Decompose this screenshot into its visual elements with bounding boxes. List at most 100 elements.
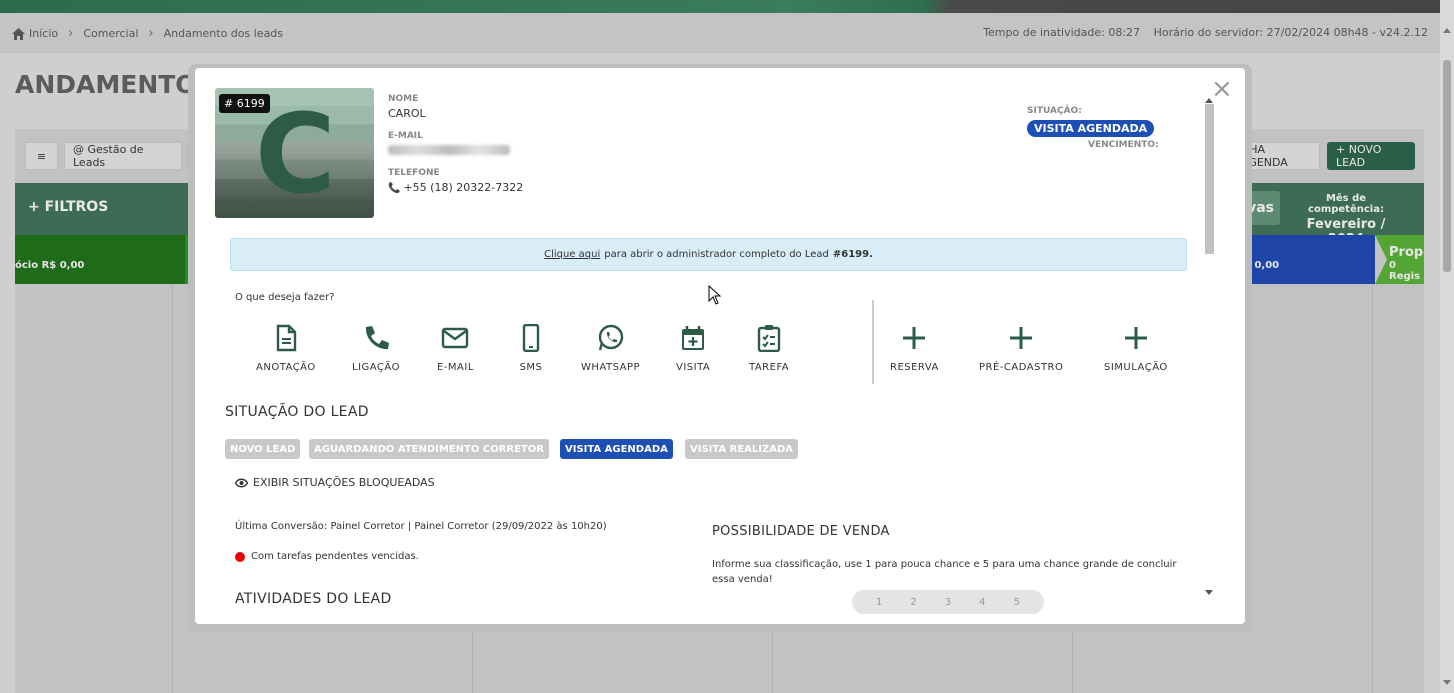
email-action[interactable]: E-MAIL: [437, 324, 474, 373]
breadcrumb-commercial[interactable]: Comercial: [83, 27, 138, 40]
status-option-visita-agendada[interactable]: VISITA AGENDADA: [560, 439, 673, 459]
email-label: E-MAIL: [388, 131, 423, 141]
atividades-section-title: ATIVIDADES DO LEAD: [235, 591, 392, 607]
home-icon: [12, 27, 25, 40]
action-label: E-MAIL: [437, 362, 474, 373]
stage-title: Propo: [1389, 245, 1433, 260]
anotacao-action[interactable]: ANOTAÇÃO: [256, 324, 316, 373]
lead-id-tag: # 6199: [219, 94, 270, 113]
breadcrumb: Início › Comercial › Andamento dos leads: [12, 26, 283, 41]
stage-column-header: $ 0,00: [1240, 235, 1375, 284]
menu-button[interactable]: ≡: [25, 142, 58, 170]
action-label: VISITA: [676, 362, 711, 373]
envelope-icon: [442, 327, 469, 349]
lead-name: CAROL: [388, 107, 426, 120]
info-alert: Clique aqui para abrir o administrador c…: [230, 238, 1187, 271]
phone-number: +55 (18) 20322-7322: [403, 181, 524, 194]
page-title: ANDAMENTO I: [15, 70, 215, 99]
status-badge: VISITA AGENDADA: [1027, 120, 1155, 137]
sms-action[interactable]: SMS: [517, 324, 545, 373]
scroll-down-icon[interactable]: [1205, 590, 1213, 599]
top-brand-bar: [0, 0, 1440, 13]
clipboard-check-icon: [757, 325, 781, 352]
pre-cadastro-action[interactable]: PRÉ-CADASTRO: [979, 324, 1063, 373]
action-label: ANOTAÇÃO: [256, 362, 316, 373]
chevron-right-icon: ›: [148, 26, 154, 41]
action-label: TAREFA: [749, 362, 790, 373]
scroll-up-icon[interactable]: [1443, 24, 1451, 33]
chevron-right-icon: ›: [68, 26, 74, 41]
rating-option[interactable]: 2: [910, 597, 916, 608]
status-option-novo-lead[interactable]: NOVO LEAD: [225, 439, 301, 459]
action-label: SMS: [519, 362, 543, 373]
open-admin-link[interactable]: Clique aqui: [544, 249, 600, 260]
action-label: SIMULAÇÃO: [1104, 362, 1168, 373]
whatsapp-icon: [598, 324, 623, 351]
rating-option[interactable]: 4: [979, 597, 985, 608]
pending-text: Com tarefas pendentes vencidas.: [251, 551, 419, 562]
mobile-icon: [522, 324, 540, 352]
calendar-plus-icon: [682, 326, 705, 350]
new-lead-button[interactable]: + NOVO LEAD: [1327, 142, 1415, 170]
scrollbar-thumb[interactable]: [1443, 60, 1451, 272]
modal-scrollbar[interactable]: [1204, 90, 1214, 602]
scroll-down-icon[interactable]: [1443, 680, 1451, 689]
phone-value: 📞 +55 (18) 20322-7322: [388, 181, 523, 194]
phone-icon: [365, 326, 389, 350]
ligacao-action[interactable]: LIGAÇÃO: [352, 324, 400, 373]
rating-option[interactable]: 5: [1014, 597, 1020, 608]
competencia-label: Mês de competência:: [1308, 193, 1384, 215]
simulacao-action[interactable]: SIMULAÇÃO: [1104, 324, 1168, 373]
status-option-aguardando[interactable]: AGUARDANDO ATENDIMENTO CORRETOR: [309, 439, 549, 459]
inactivity-time: Tempo de inatividade: 08:27: [983, 26, 1141, 39]
status-option-visita-realizada[interactable]: VISITA REALIZADA: [685, 439, 799, 459]
reserva-action[interactable]: RESERVA: [890, 324, 939, 373]
scrollbar-thumb[interactable]: [1205, 104, 1214, 254]
column-divider: [1372, 284, 1373, 693]
rating-option[interactable]: 1: [876, 597, 882, 608]
page-scrollbar[interactable]: [1440, 0, 1454, 693]
server-time: Horário do servidor: 27/02/2024 08h48 - …: [1153, 26, 1428, 39]
eye-icon: [235, 478, 248, 487]
situacao-label: SITUAÇÃO:: [1027, 106, 1082, 116]
document-icon: [276, 324, 297, 352]
rating-option[interactable]: 3: [945, 597, 951, 608]
stage-count: 0 Regis: [1389, 260, 1421, 282]
gestao-leads-button[interactable]: @ Gestão de Leads: [64, 142, 182, 170]
plus-icon: [1010, 327, 1033, 349]
action-label: WHATSAPP: [581, 362, 641, 373]
whatsapp-action[interactable]: WHATSAPP: [581, 324, 640, 373]
column-divider: [172, 284, 173, 693]
scroll-up-icon[interactable]: [1205, 94, 1213, 103]
server-info: Tempo de inatividade: 08:27 Horário do s…: [983, 26, 1428, 39]
nome-label: NOME: [388, 94, 419, 104]
breadcrumb-current: Andamento dos leads: [163, 27, 284, 40]
breadcrumb-home[interactable]: Início: [29, 27, 58, 40]
show-blocked-label: EXIBIR SITUAÇÕES BLOQUEADAS: [253, 476, 435, 489]
possibilidade-help: Informe sua classificação, use 1 para po…: [712, 559, 1177, 585]
show-blocked-toggle[interactable]: EXIBIR SITUAÇÕES BLOQUEADAS: [235, 476, 435, 489]
plus-icon: [1124, 327, 1147, 349]
info-text: para abrir o administrador completo do L…: [604, 249, 829, 260]
pending-tasks-alert: Com tarefas pendentes vencidas.: [235, 551, 419, 562]
action-label: PRÉ-CADASTRO: [979, 362, 1064, 373]
plus-icon: [903, 327, 926, 349]
lead-modal: × C # 6199 NOME CAROL E-MAIL TELEFONE 📞 +…: [195, 68, 1245, 624]
lead-avatar: C # 6199: [215, 88, 374, 218]
sale-rating-selector[interactable]: 1 2 3 4 5: [852, 590, 1044, 614]
info-lead-id: #6199.: [832, 249, 873, 260]
possibilidade-section-title: POSSIBILIDADE DE VENDA: [712, 524, 890, 539]
alert-dot-icon: [235, 551, 245, 562]
action-label: LIGAÇÃO: [352, 362, 400, 373]
email-blurred: [388, 145, 510, 155]
filters-toggle[interactable]: + FILTROS: [28, 199, 108, 215]
visita-action[interactable]: VISITA: [676, 324, 710, 373]
actions-prompt: O que deseja fazer?: [235, 292, 335, 303]
stage-column-header: ócio R$ 0,00: [15, 235, 185, 284]
actions-divider: [872, 300, 874, 384]
situacao-section-title: SITUAÇÃO DO LEAD: [225, 404, 369, 420]
last-conversion: Última Conversão: Painel Corretor | Pain…: [235, 521, 607, 532]
mouse-cursor-icon: [708, 285, 722, 305]
close-icon[interactable]: ×: [1211, 76, 1233, 102]
tarefa-action[interactable]: TAREFA: [749, 324, 789, 373]
